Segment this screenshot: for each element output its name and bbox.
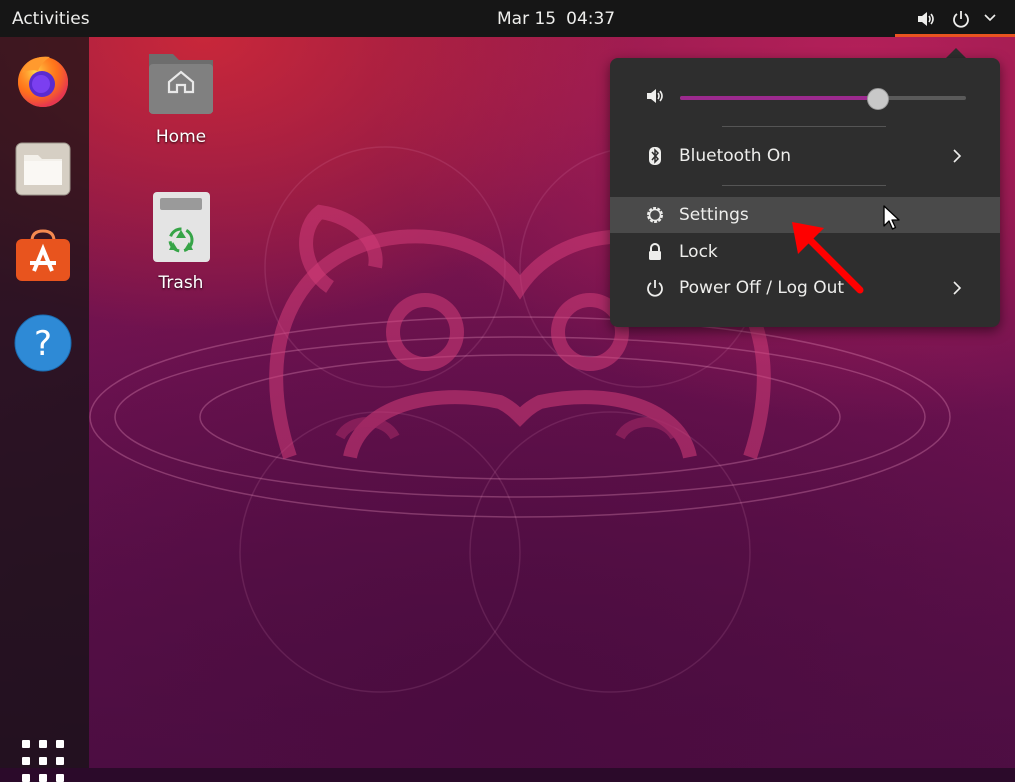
desktop-icon-home[interactable]: Home [136,48,226,147]
dock-item-software[interactable] [14,227,72,285]
volume-slider[interactable] [680,88,966,110]
desktop-icon-label: Trash [158,273,204,293]
help-icon: ? [14,314,72,372]
menu-separator [722,126,886,127]
dock-item-files[interactable] [14,139,72,197]
speaker-icon [918,12,934,26]
clock-date: Mar 15 [497,9,557,29]
top-bar: Activities Mar 15 04:37 [0,0,1015,37]
clock-button[interactable]: Mar 15 04:37 [497,9,625,29]
chevron-right-icon [953,149,962,163]
menu-separator [722,185,886,186]
software-store-icon [16,229,70,281]
show-applications-button[interactable] [22,740,64,782]
files-icon [15,142,71,196]
chevron-right-icon [953,281,962,295]
lock-label: Lock [679,242,718,262]
firefox-icon [18,56,68,107]
volume-slider-handle[interactable] [867,88,890,110]
speaker-icon [647,89,663,103]
volume-slider-fill [680,96,878,100]
desktop-icon-label: Home [155,127,207,147]
home-folder-icon [149,54,213,114]
trash-icon [153,192,210,262]
tray-active-indicator [895,34,1015,37]
mouse-cursor-icon [883,205,900,230]
chevron-down-icon [984,14,996,22]
settings-label: Settings [679,205,749,225]
system-tray[interactable] [895,0,1015,37]
power-icon [647,280,663,297]
lock-icon [649,243,661,260]
activities-button[interactable]: Activities [12,9,90,29]
dock-item-firefox[interactable] [14,51,72,109]
dock: ? [0,37,89,782]
power-icon [953,11,969,28]
bluetooth-icon [649,147,661,165]
clock-time: 04:37 [566,9,616,29]
svg-text:?: ? [34,324,52,364]
gear-icon [647,207,663,223]
bluetooth-menu-item[interactable]: Bluetooth On [610,138,1000,174]
dock-item-help[interactable]: ? [14,314,72,372]
red-arrow-icon [792,222,864,294]
bluetooth-label: Bluetooth On [679,146,792,166]
desktop-icon-trash[interactable]: Trash [136,192,226,293]
